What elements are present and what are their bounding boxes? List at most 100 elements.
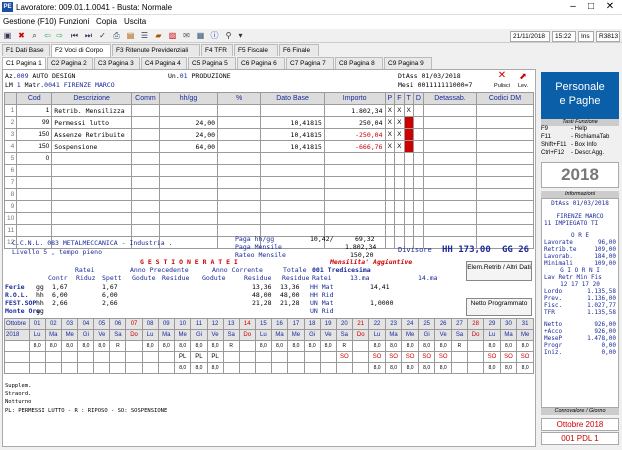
cell-f[interactable] (394, 176, 405, 189)
calendar-cell[interactable]: 8,0 (141, 340, 159, 352)
cell-cod[interactable] (16, 188, 53, 201)
cell-desc[interactable] (51, 200, 133, 213)
calendar-cell[interactable] (254, 362, 272, 374)
ratei-contr[interactable]: 1,67 (52, 283, 68, 291)
cell-dm[interactable] (476, 224, 534, 237)
ratei-contr[interactable]: 2,66 (52, 299, 68, 307)
cell-hh[interactable]: 24,00 (158, 128, 219, 141)
tab-pagina-9[interactable]: C9 Pagina 9 (384, 57, 432, 69)
ratei-spett[interactable]: 6,00 (102, 291, 118, 299)
pdf-icon[interactable]: ▨ (168, 31, 177, 40)
tab-ritenute-previdenziali[interactable]: F3 Ritenute Previdenziali (112, 44, 200, 56)
netto-programmato-button[interactable]: Netto Programmato (466, 298, 532, 316)
cell-d[interactable] (412, 176, 424, 189)
calendar-cell[interactable]: 8,0 (270, 340, 289, 352)
tab-pagina-5[interactable]: C5 Pagina 5 (188, 57, 236, 69)
calendar-cell[interactable]: 8,0 (174, 362, 192, 374)
calendar-cell[interactable]: 8,0 (384, 340, 403, 352)
cell-f[interactable] (394, 164, 405, 177)
cell-desc[interactable] (51, 152, 133, 165)
cell-f[interactable] (394, 224, 405, 237)
calendar-cell[interactable]: 24 (401, 318, 419, 330)
calendar-cell[interactable]: 8,0 (77, 340, 95, 352)
calendar-cell[interactable]: 17 (287, 318, 305, 330)
cell-d[interactable] (412, 116, 424, 129)
cell-detass[interactable] (422, 104, 478, 117)
calendar-cell[interactable]: 8,0 (206, 340, 224, 352)
calendar-cell[interactable]: Do (467, 329, 485, 341)
calendar-cell[interactable]: PL (206, 351, 224, 363)
cell-n[interactable]: 5 (3, 152, 18, 165)
cell-n[interactable]: 6 (3, 164, 18, 177)
calendar-cell[interactable]: 26 (434, 318, 452, 330)
cell-detass[interactable] (422, 164, 478, 177)
print-icon[interactable]: ⎙ (112, 31, 121, 40)
cell-t[interactable] (403, 164, 414, 177)
cell-p[interactable]: X (384, 104, 396, 117)
calendar-cell[interactable]: 11 (190, 318, 208, 330)
cell-n[interactable]: 8 (3, 188, 18, 201)
tab-dati-base[interactable]: F1 Dati Base (2, 44, 50, 56)
cell-comm[interactable] (131, 224, 160, 237)
calendar-cell[interactable]: 02 (44, 318, 63, 330)
calendar-cell[interactable]: Me (401, 329, 419, 341)
calendar-cell[interactable]: Gi (417, 329, 436, 341)
cell-cod[interactable]: 150 (16, 128, 53, 141)
calendar-cell[interactable]: Gi (303, 329, 321, 341)
cell-d[interactable] (412, 152, 424, 165)
calendar-cell[interactable]: SO (516, 351, 534, 363)
cell-t[interactable] (403, 116, 414, 129)
calendar-cell[interactable]: 8,0 (44, 340, 63, 352)
cell-d[interactable] (412, 128, 424, 141)
calendar-cell[interactable] (467, 340, 485, 352)
cell-hh[interactable]: 24,00 (158, 116, 219, 129)
cell-imp[interactable]: 1.802,34 (323, 104, 386, 117)
calendar-cell[interactable] (28, 351, 46, 363)
calendar-cell[interactable] (61, 351, 79, 363)
cell-desc[interactable] (51, 224, 133, 237)
calendar-cell[interactable]: SO (499, 351, 518, 363)
ratei-tot[interactable]: 48,00 (280, 291, 300, 299)
cell-n[interactable]: 10 (3, 212, 18, 225)
lev-button[interactable]: ⬈ Lev. (514, 71, 532, 89)
cell-dm[interactable] (476, 116, 534, 129)
cell-imp[interactable] (323, 188, 386, 201)
calendar-cell[interactable]: R (109, 340, 127, 352)
maximize-icon[interactable]: □ (584, 1, 598, 12)
cell-comm[interactable] (131, 104, 160, 117)
calendar-cell[interactable]: Lu (28, 329, 46, 341)
cell-p[interactable] (384, 200, 396, 213)
tab-pagina-6[interactable]: C6 Pagina 6 (237, 57, 285, 69)
cell-t[interactable] (403, 152, 414, 165)
cell-n[interactable]: 3 (3, 128, 18, 141)
cell-cod[interactable] (16, 224, 53, 237)
calendar-cell[interactable]: Ve (206, 329, 224, 341)
cell-p[interactable]: X (384, 116, 396, 129)
calendar-cell[interactable]: SO (417, 351, 436, 363)
cell-hh[interactable] (158, 176, 219, 189)
calendar-cell[interactable]: Sa (109, 329, 127, 341)
calendar-cell[interactable] (77, 362, 95, 374)
cell-base[interactable] (260, 176, 325, 189)
calendar-cell[interactable]: SO (384, 351, 403, 363)
cell-comm[interactable] (131, 128, 160, 141)
cell-imp[interactable] (323, 164, 386, 177)
calendar-cell[interactable] (352, 362, 370, 374)
cell-f[interactable]: X (394, 128, 405, 141)
cell-hh[interactable]: 64,00 (158, 140, 219, 153)
first-record-icon[interactable]: ⏮ (70, 31, 79, 40)
cell-imp[interactable] (323, 176, 386, 189)
calendar-cell[interactable]: 16 (270, 318, 289, 330)
calendar-cell[interactable]: Sa (222, 329, 240, 341)
cell-detass[interactable] (422, 224, 478, 237)
folder-icon[interactable]: ▰ (154, 31, 163, 40)
calendar-cell[interactable]: 13 (222, 318, 240, 330)
cell-comm[interactable] (131, 188, 160, 201)
calendar-cell[interactable]: Ma (499, 329, 518, 341)
forward-icon[interactable]: ⇨ (55, 31, 64, 40)
calendar-cell[interactable]: R (450, 340, 469, 352)
cell-detass[interactable] (422, 200, 478, 213)
cell-dm[interactable] (476, 140, 534, 153)
calendar-cell[interactable]: 19 (319, 318, 337, 330)
calendar-cell[interactable]: Gi (77, 329, 95, 341)
